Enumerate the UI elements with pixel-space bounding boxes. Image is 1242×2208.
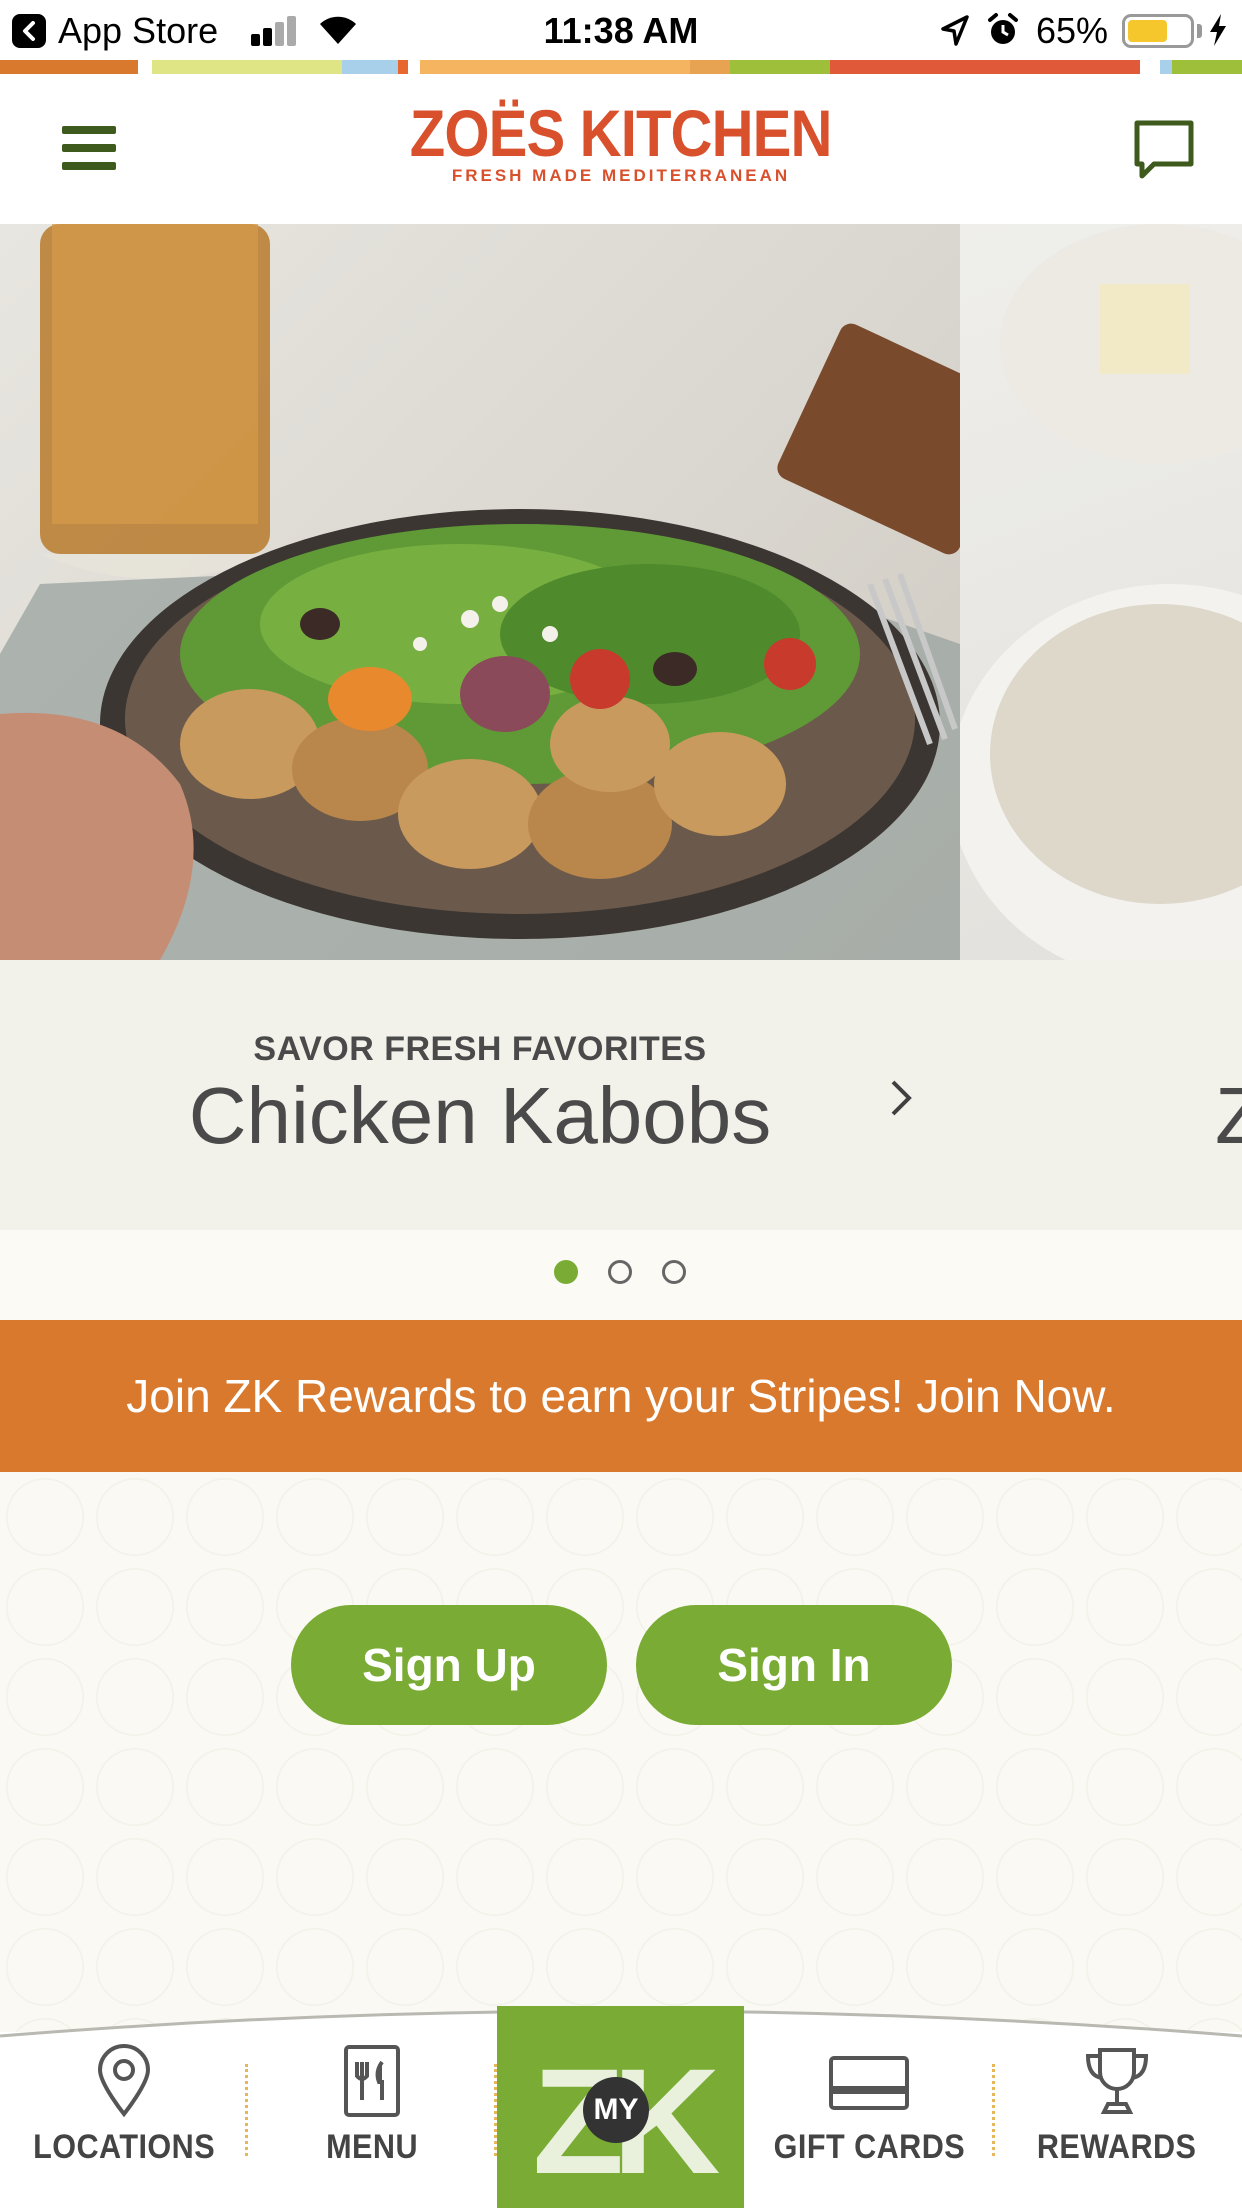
bottom-tab-bar: LOCATIONS MENU ZK MY GIFT CARDS REWARDS: [0, 2006, 1242, 2208]
alarm-clock-icon: [988, 13, 1018, 44]
chicken-kabobs-photo[interactable]: [0, 224, 960, 960]
location-arrow-icon: [941, 15, 969, 46]
carousel-pagination: [0, 1230, 1242, 1320]
slide-title: Chicken Kabobs: [188, 1071, 772, 1160]
battery-icon: [1122, 14, 1194, 48]
stripe-segment: [1140, 60, 1160, 74]
pagination-dot-3[interactable]: [662, 1260, 686, 1284]
sign-up-button[interactable]: Sign Up: [291, 1605, 607, 1725]
stripe-segment: [342, 60, 398, 74]
stripe-segment: [730, 60, 830, 74]
zoes-kitchen-logo[interactable]: ZOËS KITCHEN FRESH MADE MEDITERRANEAN: [0, 98, 1242, 186]
next-slide-photo-peek[interactable]: [960, 224, 1242, 960]
gift-card-icon: [829, 2056, 909, 2110]
status-bar: App Store 11:38 AM 65%: [0, 0, 1242, 60]
next-slide-title-peek: Z: [1215, 1071, 1242, 1160]
charging-bolt-icon: [1210, 14, 1226, 46]
stripe-segment: [830, 60, 1140, 74]
stripe-segment: [1160, 60, 1172, 74]
tab-locations-label: LOCATIONS: [33, 2128, 215, 2166]
stripe-segment: [398, 60, 408, 74]
hero-carousel[interactable]: [0, 224, 1242, 960]
battery-percent: 65%: [1036, 10, 1109, 51]
chevron-right-icon[interactable]: [888, 1078, 914, 1118]
pagination-dot-2[interactable]: [608, 1260, 632, 1284]
zk-rewards-banner[interactable]: Join ZK Rewards to earn your Stripes! Jo…: [0, 1320, 1242, 1472]
tab-locations[interactable]: LOCATIONS: [18, 2044, 230, 2208]
brand-color-stripe: [0, 60, 1242, 74]
stripe-segment: [152, 60, 342, 74]
pagination-dot-1[interactable]: [554, 1260, 578, 1284]
logo-wordmark: ZOËS KITCHEN: [410, 96, 833, 170]
stripe-segment: [1172, 60, 1242, 74]
auth-section: Sign Up Sign In: [0, 1472, 1242, 2032]
tab-menu[interactable]: MENU: [262, 2044, 482, 2208]
carousel-caption[interactable]: SAVOR FRESH FAVORITES Chicken Kabobs Z: [0, 960, 1242, 1230]
tab-gift-cards-label: GIFT CARDS: [773, 2128, 965, 2166]
stripe-segment: [138, 60, 152, 74]
stripe-segment: [690, 60, 730, 74]
slide-eyebrow: SAVOR FRESH FAVORITES: [253, 1030, 707, 1068]
tab-menu-label: MENU: [326, 2128, 418, 2166]
my-badge: MY: [583, 2077, 649, 2143]
map-pin-icon: [97, 2044, 151, 2118]
app-header: ZOËS KITCHEN FRESH MADE MEDITERRANEAN: [0, 74, 1242, 224]
battery-tip: [1197, 24, 1202, 38]
chat-bubble-icon[interactable]: [1132, 118, 1196, 182]
tab-rewards-label: REWARDS: [1037, 2128, 1197, 2166]
sign-in-button[interactable]: Sign In: [636, 1605, 952, 1725]
menu-fork-knife-icon: [344, 2045, 400, 2117]
tab-gift-cards[interactable]: GIFT CARDS: [758, 2044, 980, 2208]
tab-my-zk[interactable]: ZK MY: [497, 2006, 744, 2208]
tab-divider: [992, 2064, 995, 2156]
tab-rewards[interactable]: REWARDS: [1010, 2044, 1224, 2208]
trophy-icon: [1085, 2048, 1149, 2114]
stripe-segment: [408, 60, 420, 74]
stripe-segment: [0, 60, 138, 74]
stripe-segment: [420, 60, 690, 74]
tab-divider: [245, 2064, 248, 2156]
